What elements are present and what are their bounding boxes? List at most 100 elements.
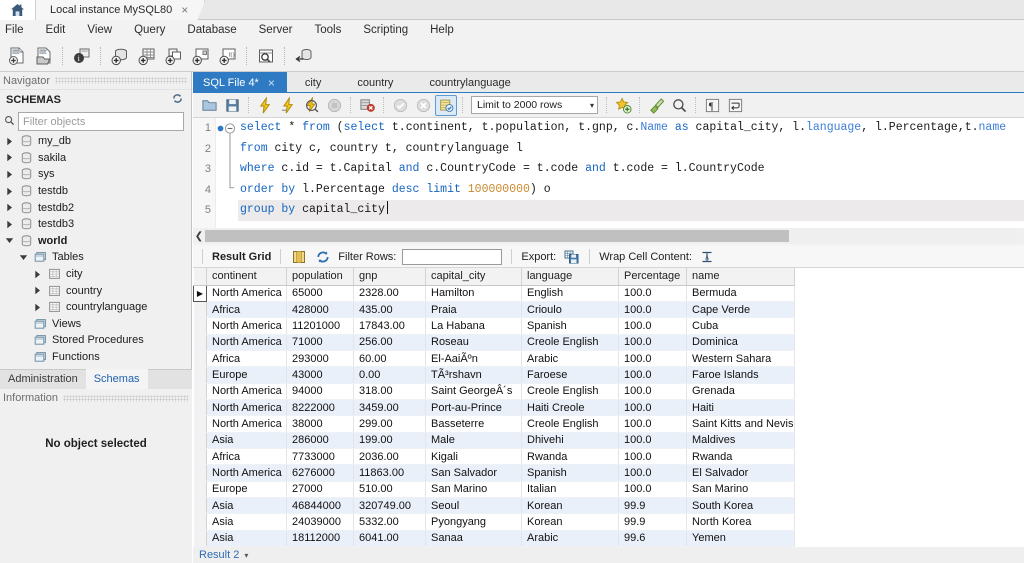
table-cell[interactable]: Creole English — [521, 383, 619, 400]
close-icon[interactable]: × — [268, 77, 275, 89]
tab-city[interactable]: city — [287, 72, 340, 93]
table-cell[interactable]: 94000 — [286, 383, 354, 400]
tree-item-testdb[interactable]: testdb — [0, 183, 191, 200]
table-cell[interactable]: 435.00 — [353, 301, 426, 319]
table-cell[interactable]: 100.0 — [618, 448, 687, 466]
chevron-right-icon[interactable] — [4, 133, 15, 149]
table-cell[interactable]: 2036.00 — [353, 448, 426, 466]
menu-help[interactable]: Help — [419, 20, 465, 40]
execute-current-statement-icon[interactable] — [277, 95, 299, 116]
column-header-name[interactable]: name — [686, 268, 795, 286]
table-row[interactable]: Asia 46844000 320749.00 Seoul Korean 99.9 Sout… — [193, 497, 795, 515]
row-marker[interactable] — [193, 513, 207, 531]
table-cell[interactable]: El-AaiÃºn — [425, 350, 522, 368]
table-cell[interactable]: 60.00 — [353, 350, 426, 368]
table-cell[interactable]: Arabic — [521, 530, 619, 547]
table-cell[interactable]: 99.9 — [618, 513, 687, 531]
chevron-right-icon[interactable] — [4, 216, 15, 232]
table-cell[interactable]: 65000 — [286, 285, 354, 302]
menu-scripting[interactable]: Scripting — [352, 20, 419, 40]
table-cell[interactable]: Cuba — [686, 317, 795, 335]
sidebar-tab-schemas[interactable]: Schemas — [85, 369, 148, 389]
filter-rows-input[interactable] — [402, 248, 503, 265]
table-cell[interactable]: Africa — [206, 448, 287, 466]
table-cell[interactable]: Saint GeorgeÂ´s — [425, 383, 522, 400]
table-cell[interactable]: Grenada — [686, 383, 795, 400]
table-cell[interactable]: 3459.00 — [353, 399, 426, 417]
table-cell[interactable]: 100.0 — [618, 366, 687, 384]
tree-item-functions[interactable]: Functions — [0, 349, 191, 366]
table-cell[interactable]: Asia — [206, 497, 287, 515]
menu-view[interactable]: View — [76, 20, 123, 40]
table-cell[interactable]: 320749.00 — [353, 497, 426, 515]
table-cell[interactable]: Pyongyang — [425, 513, 522, 531]
table-cell[interactable]: Faroese — [521, 366, 619, 384]
table-cell[interactable]: Asia — [206, 513, 287, 531]
table-cell[interactable]: 100.0 — [618, 334, 687, 351]
table-cell[interactable]: Hamilton — [425, 285, 522, 302]
tree-item-stored-procedures[interactable]: Stored Procedures — [0, 332, 191, 349]
scrollbar-track[interactable] — [205, 229, 1016, 243]
table-cell[interactable]: 286000 — [286, 432, 354, 449]
refresh-icon[interactable] — [172, 93, 183, 107]
table-cell[interactable]: Maldives — [686, 432, 795, 449]
editor-fold-margin[interactable] — [216, 118, 238, 228]
row-marker[interactable] — [193, 334, 207, 351]
tab-sql-file-4[interactable]: SQL File 4* × — [193, 72, 287, 93]
menu-query[interactable]: Query — [123, 20, 176, 40]
table-cell[interactable]: South Korea — [686, 497, 795, 515]
table-cell[interactable]: Roseau — [425, 334, 522, 351]
table-cell[interactable]: 7733000 — [286, 448, 354, 466]
chevron-right-icon[interactable] — [32, 266, 43, 282]
table-row[interactable]: Asia 24039000 5332.00 Pyongyang Korean 99.9 No… — [193, 513, 795, 531]
table-row[interactable]: North America 94000 318.00 Saint GeorgeÂ´s C… — [193, 383, 795, 400]
refresh-icon[interactable] — [314, 248, 332, 266]
table-cell[interactable]: Basseterre — [425, 415, 522, 433]
table-cell[interactable]: 18112000 — [286, 530, 354, 547]
table-cell[interactable]: Seoul — [425, 497, 522, 515]
row-marker[interactable] — [193, 415, 207, 433]
table-cell[interactable]: Creole English — [521, 334, 619, 351]
table-cell[interactable]: Korean — [521, 513, 619, 531]
table-cell[interactable]: 100.0 — [618, 317, 687, 335]
table-cell[interactable]: Kigali — [425, 448, 522, 466]
chevron-right-icon[interactable] — [4, 200, 15, 216]
table-cell[interactable]: 2328.00 — [353, 285, 426, 302]
row-marker[interactable] — [193, 350, 207, 368]
result-grid[interactable]: continent population gnp capital_city langua… — [193, 268, 1024, 547]
table-cell[interactable]: San Marino — [425, 481, 522, 498]
connection-info-icon[interactable]: i — [69, 43, 94, 68]
table-cell[interactable]: TÃ³rshavn — [425, 366, 522, 384]
wrap-cell-icon[interactable]: A — [698, 248, 716, 266]
row-marker[interactable] — [193, 481, 207, 498]
tree-item-sakila[interactable]: sakila — [0, 150, 191, 167]
table-cell[interactable]: 6276000 — [286, 464, 354, 482]
tab-countrylanguage[interactable]: countrylanguage — [411, 72, 528, 93]
chevron-right-icon[interactable] — [32, 299, 43, 315]
new-sql-tab-icon[interactable]: SQL — [4, 43, 29, 68]
chevron-right-icon[interactable] — [32, 283, 43, 299]
home-tab[interactable] — [0, 0, 36, 20]
table-cell[interactable]: 100.0 — [618, 301, 687, 319]
reconnect-icon[interactable] — [291, 43, 316, 68]
chevron-right-icon[interactable] — [4, 183, 15, 199]
tree-item-sys[interactable]: sys — [0, 166, 191, 183]
save-script-icon[interactable] — [221, 95, 243, 116]
toggle-wrapping-icon[interactable] — [724, 95, 746, 116]
table-row[interactable]: North America 71000 256.00 Roseau Creole Eng… — [193, 334, 795, 351]
table-cell[interactable]: Port-au-Prince — [425, 399, 522, 417]
chevron-down-icon[interactable] — [4, 233, 15, 249]
table-row[interactable]: Africa 7733000 2036.00 Kigali Rwanda 100.0 Rwa… — [193, 448, 795, 466]
tree-item-testdb2[interactable]: testdb2 — [0, 199, 191, 216]
menu-tools[interactable]: Tools — [304, 20, 353, 40]
scrollbar-thumb[interactable] — [205, 230, 789, 242]
menu-database[interactable]: Database — [176, 20, 247, 40]
close-icon[interactable]: × — [181, 4, 188, 16]
table-cell[interactable]: Dhivehi — [521, 432, 619, 449]
table-cell[interactable]: 293000 — [286, 350, 354, 368]
table-cell[interactable]: 100.0 — [618, 383, 687, 400]
new-schema-icon[interactable] — [107, 43, 132, 68]
table-cell[interactable]: Saint Kitts and Nevis — [686, 415, 795, 433]
table-cell[interactable]: 99.6 — [618, 530, 687, 547]
table-cell[interactable]: 299.00 — [353, 415, 426, 433]
